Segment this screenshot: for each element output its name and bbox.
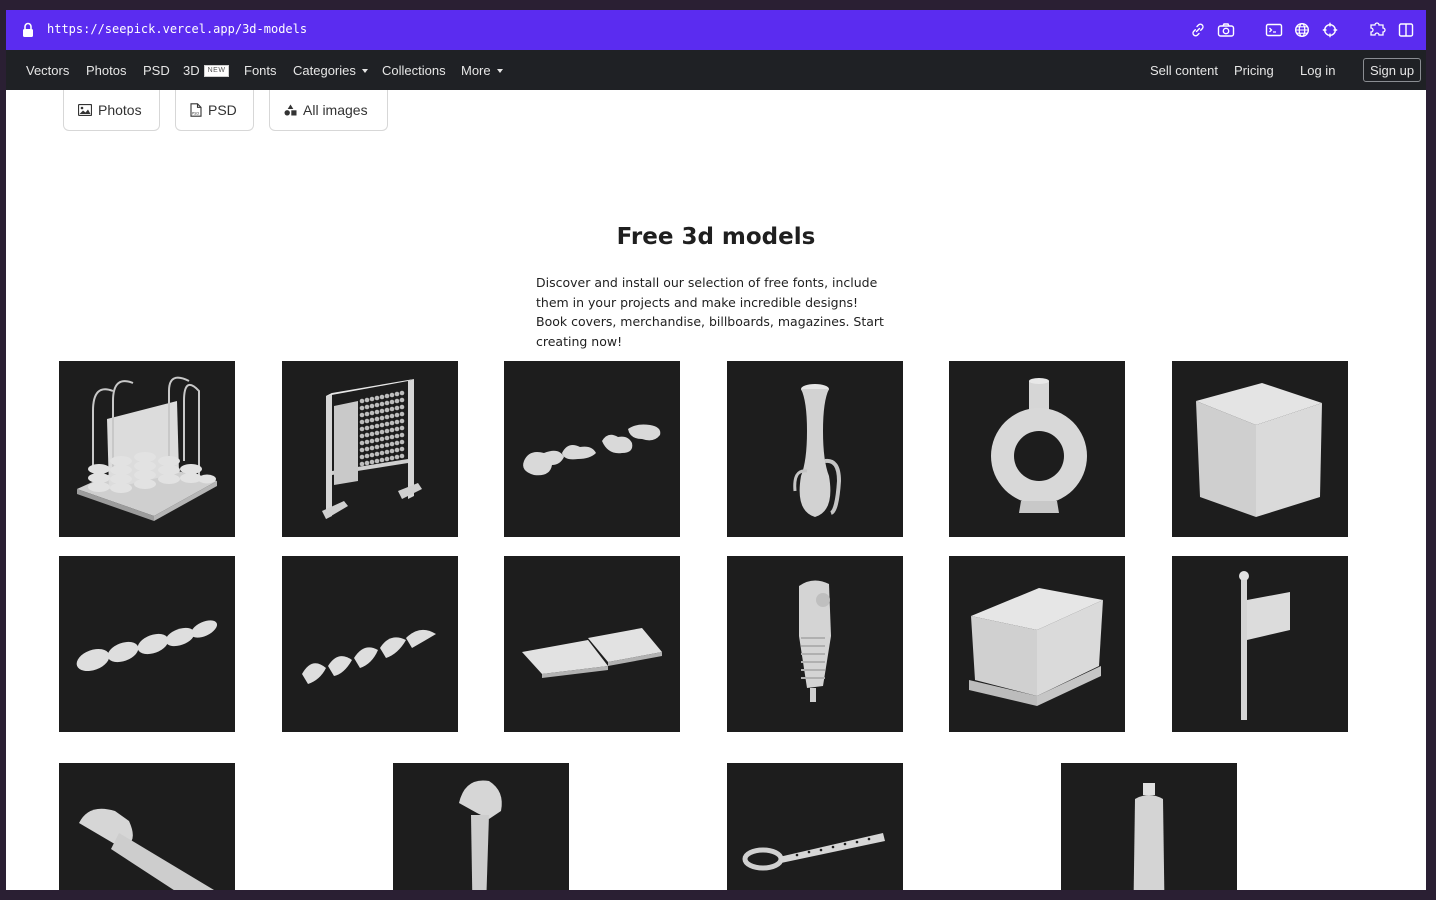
flag-post-thumbnail	[1239, 571, 1290, 720]
nav-3d-label: 3D	[183, 63, 200, 78]
model-card[interactable]	[59, 763, 235, 890]
caret-down-icon	[361, 69, 368, 73]
link-icon[interactable]	[1188, 20, 1208, 40]
gadget-thumbnail	[799, 580, 831, 702]
filter-all-images-label: All images	[303, 102, 368, 118]
nav-collections[interactable]: Collections	[382, 63, 446, 78]
browser-window: https://seepick.vercel.app/3d-models Vec…	[6, 10, 1426, 890]
extension-icon[interactable]	[1368, 20, 1388, 40]
model-card[interactable]	[282, 361, 458, 537]
model-card[interactable]	[949, 361, 1125, 537]
panels-thumbnail	[522, 628, 662, 678]
model-card[interactable]	[282, 556, 458, 732]
model-card[interactable]	[1172, 556, 1348, 732]
crosshair-icon[interactable]	[1320, 20, 1340, 40]
model-card[interactable]	[727, 556, 903, 732]
filter-all-images[interactable]: All images	[269, 90, 388, 131]
cube-thumbnail	[1196, 383, 1322, 517]
puddles-thumbnail	[523, 424, 661, 476]
lock-icon	[23, 22, 33, 37]
model-card[interactable]	[393, 763, 569, 890]
nav-pricing[interactable]: Pricing	[1234, 63, 1274, 78]
model-card[interactable]	[727, 361, 903, 537]
abacus-frame-thumbnail	[322, 379, 422, 519]
model-card[interactable]	[59, 361, 235, 537]
filter-photos-label: Photos	[98, 102, 142, 118]
nails-pointed-thumbnail	[302, 629, 436, 684]
signup-button[interactable]: Sign up	[1363, 58, 1422, 82]
model-card[interactable]	[504, 361, 680, 537]
nav-sell-content[interactable]: Sell content	[1150, 63, 1218, 78]
nav-3d[interactable]: 3D NEW	[183, 63, 230, 78]
model-card[interactable]	[727, 763, 903, 890]
camera-icon[interactable]	[1216, 20, 1236, 40]
nav-login[interactable]: Log in	[1300, 63, 1335, 78]
globe-icon[interactable]	[1292, 20, 1312, 40]
wrench-up-thumbnail	[459, 780, 502, 890]
wrench-side-thumbnail	[79, 808, 214, 890]
nav-psd[interactable]: PSD	[143, 63, 170, 78]
url-text[interactable]: https://seepick.vercel.app/3d-models	[47, 22, 307, 36]
page-description: Discover and install our selection of fr…	[536, 275, 884, 349]
nav-categories-label: Categories	[293, 63, 356, 78]
filter-psd[interactable]: PSD PSD	[175, 90, 254, 131]
model-card[interactable]	[1172, 361, 1348, 537]
sidebar-toggle-icon[interactable]	[1396, 20, 1416, 40]
filter-psd-label: PSD	[208, 102, 237, 118]
page-title: Free 3d models	[616, 224, 816, 250]
filter-photos[interactable]: Photos	[63, 90, 160, 131]
abacus-arches-thumbnail	[77, 376, 217, 521]
terminal-icon[interactable]	[1264, 20, 1284, 40]
model-card[interactable]	[949, 556, 1125, 732]
url-bar: https://seepick.vercel.app/3d-models	[6, 10, 1426, 50]
shapes-icon	[284, 104, 297, 116]
sign-board-thumbnail	[969, 588, 1103, 706]
new-badge: NEW	[203, 64, 230, 77]
nails-round-thumbnail	[76, 620, 218, 672]
nav-more-label: More	[461, 63, 491, 78]
image-icon	[78, 104, 92, 116]
nav-fonts[interactable]: Fonts	[244, 63, 277, 78]
svg-text:PSD: PSD	[192, 112, 199, 116]
nav-photos[interactable]: Photos	[86, 63, 126, 78]
tube-thumbnail	[1133, 783, 1165, 890]
bracelet-strap-thumbnail	[742, 833, 885, 871]
model-card[interactable]	[59, 556, 235, 732]
ring-vase-thumbnail	[991, 378, 1087, 513]
nav-vectors[interactable]: Vectors	[26, 63, 69, 78]
model-card[interactable]	[504, 556, 680, 732]
tall-vase-thumbnail	[793, 384, 842, 517]
caret-down-icon	[496, 69, 503, 73]
nav-categories[interactable]: Categories	[293, 63, 368, 78]
nav-more[interactable]: More	[461, 63, 503, 78]
model-card[interactable]	[1061, 763, 1237, 890]
psd-file-icon: PSD	[190, 103, 202, 117]
site-nav: Vectors Photos PSD 3D NEW Fonts Categori…	[6, 50, 1426, 90]
